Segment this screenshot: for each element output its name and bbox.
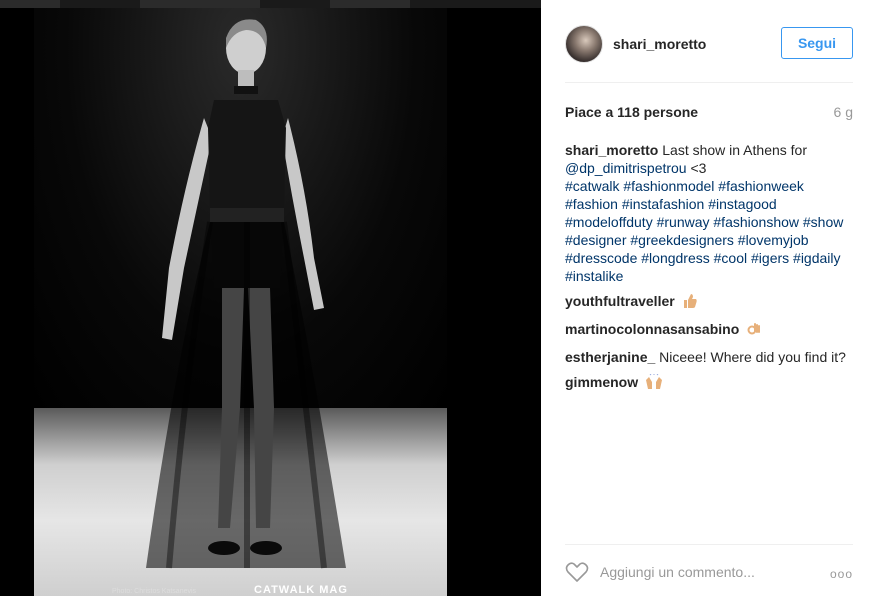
list-item: youthfultraveller	[565, 292, 853, 313]
heart-icon[interactable]	[565, 561, 589, 588]
more-options-button[interactable]: ooo	[830, 567, 853, 581]
post-photo-area[interactable]: Photo: Christos Katsanevis CATWALK MAG	[0, 8, 541, 596]
post-age[interactable]: 6 g	[834, 104, 853, 120]
list-item: gimmenow	[565, 373, 853, 394]
header-username[interactable]: shari_moretto	[613, 36, 706, 52]
post-footer: Aggiungi un commento... ooo	[565, 544, 853, 596]
post-photo[interactable]: Photo: Christos Katsanevis CATWALK MAG	[34, 8, 447, 596]
thumbs-up-icon	[682, 293, 698, 313]
add-comment-input[interactable]: Aggiungi un commento...	[600, 564, 755, 580]
caption-text-end: <3	[686, 160, 707, 176]
list-item: martinocolonnasansabino	[565, 320, 853, 341]
ok-hand-icon	[746, 321, 762, 341]
comment-username[interactable]: estherjanine_	[565, 349, 655, 365]
comment-list: shari_moretto Last show in Athens for @d…	[565, 141, 853, 401]
raised-hands-icon	[645, 373, 663, 394]
model-figure	[146, 19, 346, 569]
comment-username[interactable]: gimmenow	[565, 374, 638, 390]
follow-button[interactable]: Segui	[781, 27, 853, 59]
caption-hashtags[interactable]: #catwalk #fashionmodel #fashionweek #fas…	[565, 178, 843, 284]
photo-logo-watermark: CATWALK MAG	[254, 584, 348, 596]
likes-count[interactable]: Piace a 118 persone	[565, 104, 698, 120]
caption-text: Last show in Athens for	[658, 142, 807, 158]
caption: shari_moretto Last show in Athens for @d…	[565, 141, 853, 285]
caption-mention[interactable]: @dp_dimitrispetrou	[565, 160, 687, 176]
post-header: shari_moretto Segui	[565, 25, 853, 83]
list-item: estherjanine_ Niceee! Where did you find…	[565, 348, 853, 366]
comment-username[interactable]: martinocolonnasansabino	[565, 321, 739, 337]
photo-credit: Photo: Christos Katsanevis	[112, 588, 197, 595]
comment-username[interactable]: youthfultraveller	[565, 293, 675, 309]
comment-text: Niceee! Where did you find it?	[655, 349, 846, 365]
likes-row: Piace a 118 persone 6 g	[565, 104, 853, 122]
avatar[interactable]	[565, 25, 603, 63]
post-side-panel: shari_moretto Segui Piace a 118 persone …	[541, 0, 874, 596]
caption-username[interactable]: shari_moretto	[565, 142, 658, 158]
